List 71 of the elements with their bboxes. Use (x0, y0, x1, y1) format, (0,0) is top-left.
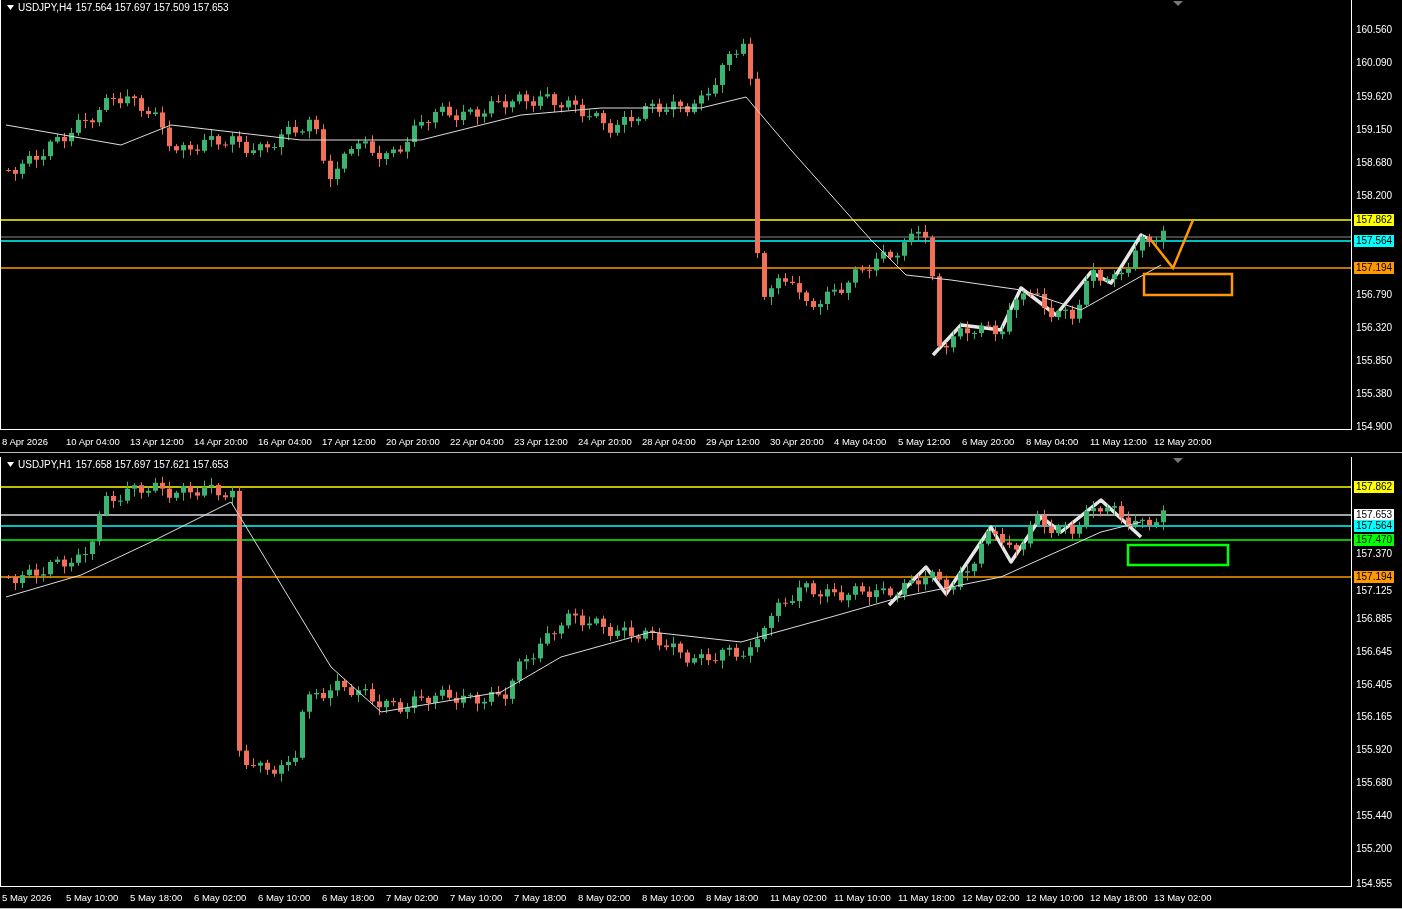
time-tick-label: 11 May 02:00 (770, 892, 828, 903)
time-tick-label: 8 Apr 2026 (2, 435, 49, 447)
price-tick-label: 156.165 (1356, 710, 1393, 722)
price-tick-label: 156.790 (1356, 289, 1393, 300)
time-tick-label: 23 Apr 12:00 (514, 435, 569, 447)
time-tick-label: 17 Apr 12:00 (322, 435, 377, 447)
time-tick-label: 5 May 2026 (2, 892, 53, 903)
time-tick-label: 28 Apr 04:00 (642, 435, 697, 447)
price-tick-label: 158.200 (1356, 190, 1393, 201)
time-tick-label: 6 May 02:00 (194, 892, 248, 903)
time-tick-label: 11 May 10:00 (834, 892, 892, 903)
ohlc-values: 157.658 157.697 157.621 157.653 (75, 458, 229, 470)
price-tag: 157.470 (1354, 533, 1395, 546)
price-tag: 157.862 (1354, 214, 1395, 226)
price-tick-label: 155.850 (1356, 355, 1393, 366)
price-tick-label: 154.955 (1356, 877, 1393, 889)
time-tick-label: 7 May 18:00 (514, 892, 568, 903)
price-tick-label: 157.370 (1356, 547, 1393, 559)
time-tick-label: 24 Apr 20:00 (578, 435, 633, 447)
price-tick-label: 155.380 (1356, 388, 1393, 399)
time-tick-label: 29 Apr 12:00 (706, 435, 761, 447)
price-tag: 157.862 (1354, 480, 1395, 493)
time-tick-label: 13 Apr 12:00 (130, 435, 185, 447)
price-tick-label: 156.645 (1356, 645, 1393, 657)
price-tick-label: 155.920 (1356, 743, 1393, 755)
time-tick-label: 8 May 10:00 (642, 892, 696, 903)
time-tick-label: 7 May 10:00 (450, 892, 504, 903)
time-tick-label: 11 May 12:00 (1090, 435, 1148, 447)
price-tick-label: 155.680 (1356, 776, 1393, 788)
price-tick-label: 156.320 (1356, 322, 1393, 333)
time-tick-label: 14 Apr 20:00 (194, 435, 249, 447)
time-tick-label: 5 May 10:00 (66, 892, 120, 903)
price-tick-label: 154.900 (1356, 421, 1393, 432)
time-tick-label: 6 May 18:00 (322, 892, 376, 903)
time-tick-label: 8 May 04:00 (1026, 435, 1080, 447)
symbol-label: USDJPY,H1 (18, 458, 72, 470)
time-tick-label: 6 May 20:00 (962, 435, 1016, 447)
price-tag: 157.194 (1354, 570, 1395, 583)
time-tick-label: 20 Apr 20:00 (386, 435, 441, 447)
price-tick-label: 158.680 (1356, 157, 1393, 168)
time-tick-label: 11 May 18:00 (898, 892, 956, 903)
time-tick-label: 6 May 10:00 (258, 892, 312, 903)
price-tick-label: 159.150 (1356, 124, 1393, 135)
price-tick-label: 157.125 (1356, 584, 1393, 596)
time-tick-label: 10 Apr 04:00 (66, 435, 121, 447)
time-tick-label: 22 Apr 04:00 (450, 435, 505, 447)
time-tick-label: 16 Apr 04:00 (258, 435, 313, 447)
price-tick-label: 160.560 (1356, 24, 1393, 35)
price-tick-label: 156.885 (1356, 612, 1393, 624)
price-tick-label: 156.405 (1356, 678, 1393, 690)
time-tick-label: 7 May 02:00 (386, 892, 440, 903)
price-tick-label: 155.440 (1356, 809, 1393, 821)
price-tag: 157.653 (1354, 508, 1395, 521)
price-tag: 157.564 (1354, 235, 1395, 247)
time-tick-label: 12 May 10:00 (1026, 892, 1085, 903)
price-tick-label: 159.620 (1356, 91, 1393, 102)
time-tick-label: 12 May 18:00 (1090, 892, 1149, 903)
time-tick-label: 30 Apr 20:00 (770, 435, 825, 447)
price-tick-label: 160.090 (1356, 57, 1393, 68)
time-tick-label: 12 May 02:00 (962, 892, 1021, 903)
time-tick-label: 5 May 18:00 (130, 892, 184, 903)
price-tag: 157.194 (1354, 262, 1395, 274)
time-tick-label: 8 May 02:00 (578, 892, 632, 903)
time-tick-label: 4 May 04:00 (834, 435, 888, 447)
time-tick-label: 5 May 12:00 (898, 435, 952, 447)
time-tick-label: 13 May 02:00 (1154, 892, 1213, 903)
price-tick-label: 155.200 (1356, 842, 1393, 854)
symbol-label: USDJPY,H4 (18, 2, 72, 13)
time-tick-label: 12 May 20:00 (1154, 435, 1213, 447)
time-tick-label: 8 May 18:00 (706, 892, 760, 903)
ohlc-values: 157.564 157.697 157.509 157.653 (75, 2, 229, 13)
